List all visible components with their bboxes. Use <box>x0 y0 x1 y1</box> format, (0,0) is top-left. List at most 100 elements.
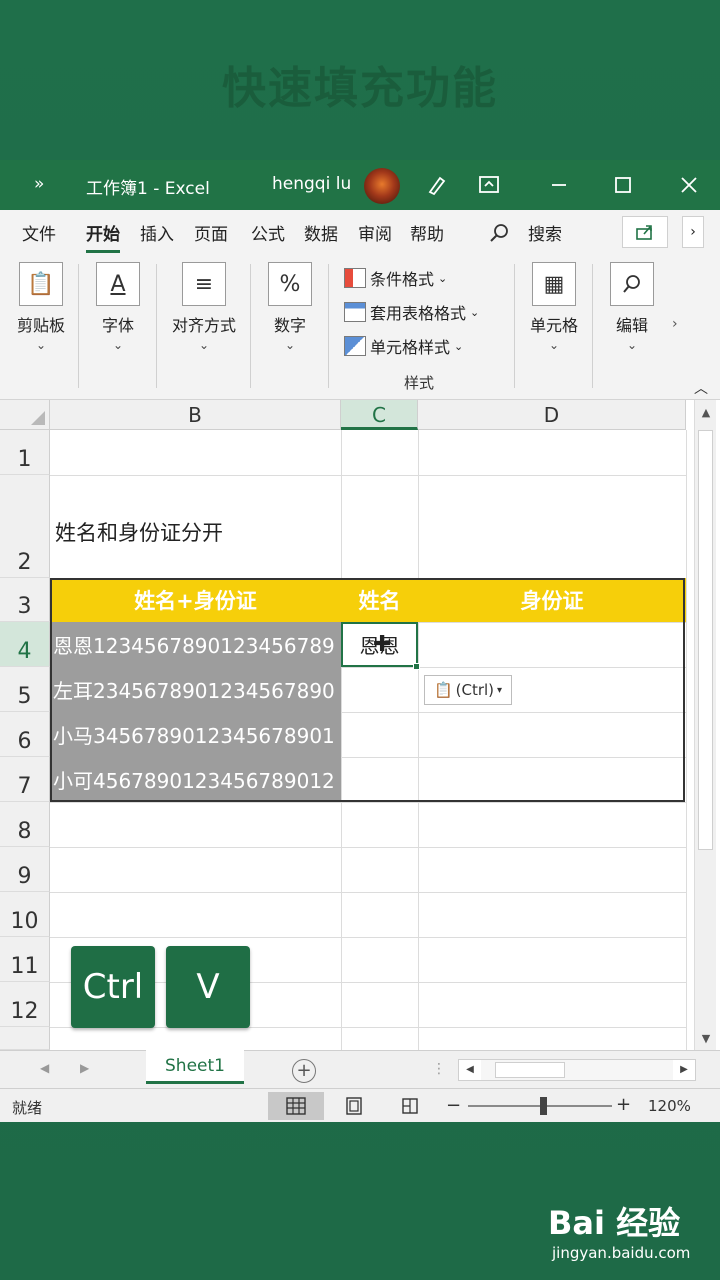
collapse-ribbon-icon[interactable]: ︿ <box>694 378 708 398</box>
clipboard-group[interactable]: 📋 剪贴板 ⌄ <box>10 262 72 352</box>
search-label[interactable]: 搜索 <box>528 220 562 245</box>
sheet-tab-sheet1[interactable]: Sheet1 <box>146 1050 244 1084</box>
cells-group[interactable]: ▦ 单元格 ⌄ <box>524 262 584 352</box>
row-header[interactable]: 8 <box>0 802 50 847</box>
zoom-slider-thumb[interactable] <box>540 1097 547 1115</box>
key-v: V <box>166 946 250 1028</box>
tab-help[interactable]: 帮助 <box>410 220 444 245</box>
editing-group[interactable]: 编辑 ⌄ <box>606 262 658 352</box>
chevron-down-icon: ⌄ <box>548 338 560 352</box>
tab-page-layout[interactable]: 页面 <box>194 220 244 245</box>
magnifier-icon <box>610 262 654 306</box>
quick-access-overflow[interactable]: » <box>34 174 44 194</box>
tab-review[interactable]: 审阅 <box>358 220 392 245</box>
tab-data[interactable]: 数据 <box>304 220 338 245</box>
column-header-b[interactable]: B <box>50 400 341 430</box>
page-layout-view-button[interactable] <box>326 1092 382 1120</box>
next-sheet-icon[interactable]: ▶ <box>80 1061 89 1075</box>
scroll-down-icon[interactable]: ▼ <box>695 1028 717 1050</box>
zoom-in-button[interactable]: + <box>616 1094 631 1115</box>
cells-icon: ▦ <box>532 262 576 306</box>
row-header-partial[interactable] <box>0 1027 50 1050</box>
prev-sheet-icon[interactable]: ◀ <box>40 1061 49 1075</box>
chevron-down-icon: ⌄ <box>626 338 638 352</box>
tab-formulas[interactable]: 公式 <box>251 220 285 245</box>
grid-icon <box>286 1097 306 1115</box>
zoom-level[interactable]: 120% <box>648 1097 691 1115</box>
horizontal-scroll-thumb[interactable] <box>495 1062 565 1078</box>
clipboard-label: 剪贴板 <box>16 316 65 335</box>
scroll-right-icon[interactable]: ▶ <box>673 1060 695 1080</box>
table-header-name-id[interactable]: 姓名+身份证 <box>50 578 341 622</box>
row-header[interactable]: 1 <box>0 430 50 475</box>
fill-handle[interactable] <box>413 663 420 670</box>
column-header-d[interactable]: D <box>418 400 686 430</box>
splitter-handle[interactable]: ⋮ <box>432 1061 446 1077</box>
row-header[interactable]: 6 <box>0 712 50 757</box>
tab-file[interactable]: 文件 <box>22 220 56 245</box>
row-header[interactable]: 2 <box>0 475 50 578</box>
row-header[interactable]: 9 <box>0 847 50 892</box>
ribbon-scroll-right[interactable]: › <box>672 316 678 332</box>
row-header[interactable]: 7 <box>0 757 50 802</box>
add-sheet-button[interactable]: + <box>292 1059 316 1083</box>
styles-group-label: 样式 <box>404 374 435 392</box>
cell-style-icon <box>344 336 366 356</box>
clipboard-icon: 📋 <box>433 681 453 699</box>
excel-window: » 工作簿1 - Excel hengqi lu 文件 开始 插入 页面 公式 … <box>0 160 720 1122</box>
avatar[interactable] <box>364 168 400 204</box>
table-header-name[interactable]: 姓名 <box>341 578 418 622</box>
vertical-scroll-thumb[interactable] <box>698 430 713 850</box>
chevron-down-icon: ⌄ <box>198 338 210 352</box>
page-break-view-button[interactable] <box>382 1092 438 1120</box>
cell-b2[interactable]: 姓名和身份证分开 <box>55 512 223 552</box>
paste-options-label: (Ctrl) <box>455 681 495 699</box>
share-button[interactable] <box>622 216 668 248</box>
tabs-scroll-right[interactable]: › <box>682 216 704 248</box>
row-header[interactable]: 4 <box>0 622 50 667</box>
ribbon-home: 📋 剪贴板 ⌄ A 字体 ⌄ ≡ 对齐方式 ⌄ % 数字 ⌄ 条件格式 ⌄ 套用… <box>0 254 720 400</box>
table-row[interactable]: 恩恩123456789012345678​9 <box>50 622 341 667</box>
pen-icon[interactable] <box>424 172 450 198</box>
active-cell-c4[interactable]: 恩恩 ✚ <box>341 622 418 667</box>
scroll-up-icon[interactable]: ▲ <box>695 402 717 424</box>
table-row[interactable]: 小马345678901234567890​1 <box>50 712 341 757</box>
vertical-scrollbar[interactable]: ▲ ▼ <box>694 400 716 1050</box>
column-header-c[interactable]: C <box>341 400 418 430</box>
paste-options-button[interactable]: 📋 (Ctrl) ▾ <box>424 675 512 705</box>
table-row[interactable]: 小可456789012345678901​2 <box>50 757 341 802</box>
select-all-corner[interactable] <box>0 400 50 430</box>
zoom-out-button[interactable]: − <box>446 1095 461 1116</box>
table-format-button[interactable]: 套用表格格式 ⌄ <box>344 300 479 324</box>
worksheet-grid: B C D 1 2 3 4 5 6 7 8 9 10 11 12 姓名和身份证分… <box>0 400 720 1050</box>
conditional-format-button[interactable]: 条件格式 ⌄ <box>344 266 447 290</box>
row-header[interactable]: 11 <box>0 937 50 982</box>
row-header[interactable]: 3 <box>0 578 50 622</box>
table-row[interactable]: 左耳234567890123456789​0 <box>50 667 341 712</box>
tab-insert[interactable]: 插入 <box>140 220 174 245</box>
status-text: 就绪 <box>12 1099 43 1117</box>
table-header-id[interactable]: 身份证 <box>418 578 686 622</box>
font-group[interactable]: A 字体 ⌄ <box>90 262 146 352</box>
search-icon[interactable] <box>488 222 510 249</box>
user-name[interactable]: hengqi lu <box>272 174 351 194</box>
row-header[interactable]: 12 <box>0 982 50 1027</box>
alignment-group[interactable]: ≡ 对齐方式 ⌄ <box>164 262 244 352</box>
status-bar: 就绪 − + 120% <box>0 1088 720 1122</box>
ribbon-display-icon[interactable] <box>476 172 502 198</box>
cell-style-button[interactable]: 单元格样式 ⌄ <box>344 334 463 358</box>
horizontal-scrollbar[interactable]: ◀ ▶ <box>458 1059 696 1081</box>
table-format-icon <box>344 302 366 322</box>
minimize-icon[interactable] <box>546 172 572 198</box>
close-icon[interactable] <box>676 172 702 198</box>
tab-home[interactable]: 开始 <box>86 220 120 253</box>
share-icon <box>636 225 652 240</box>
number-group[interactable]: % 数字 ⌄ <box>262 262 318 352</box>
scroll-left-icon[interactable]: ◀ <box>459 1060 481 1080</box>
maximize-icon[interactable] <box>610 172 636 198</box>
table-format-label: 套用表格格式 <box>370 304 467 323</box>
row-header[interactable]: 5 <box>0 667 50 712</box>
conditional-format-label: 条件格式 <box>370 270 435 289</box>
normal-view-button[interactable] <box>268 1092 324 1120</box>
row-header[interactable]: 10 <box>0 892 50 937</box>
